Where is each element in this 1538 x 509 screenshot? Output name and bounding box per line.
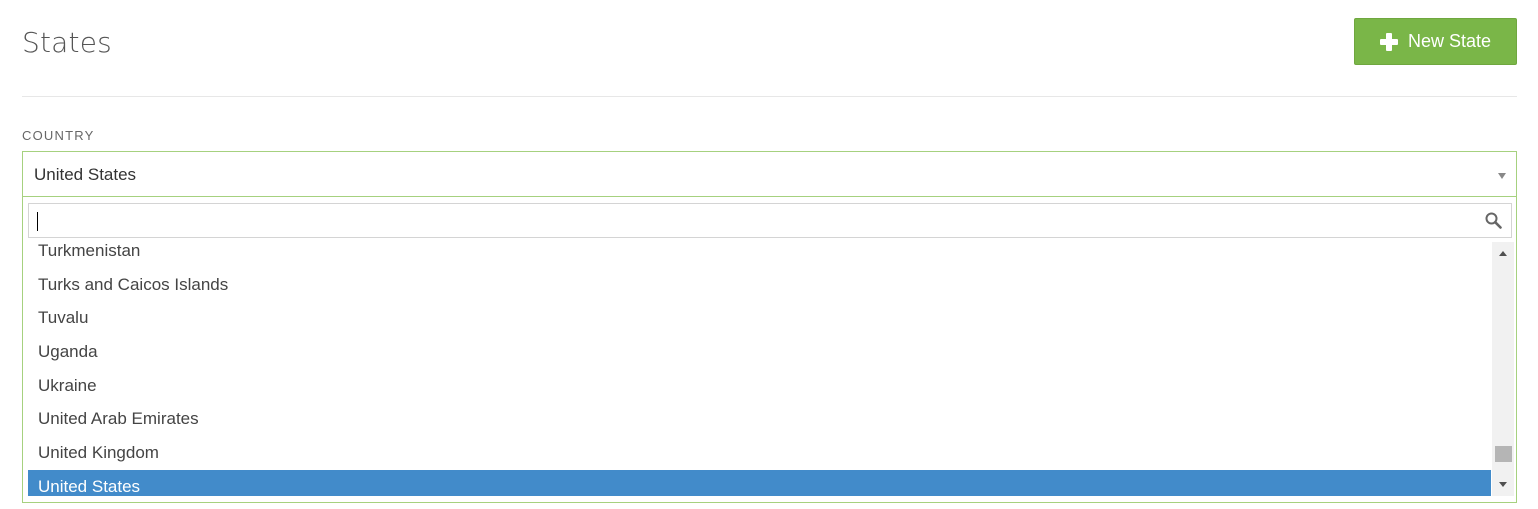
country-option[interactable]: Tuvalu [28, 301, 1491, 335]
dropdown-scrollbar[interactable] [1492, 242, 1514, 496]
plus-icon [1379, 32, 1398, 51]
header-divider [22, 96, 1517, 97]
country-option[interactable]: United Kingdom [28, 436, 1491, 470]
country-option[interactable]: Turkmenistan [28, 242, 1491, 268]
country-option[interactable]: Uganda [28, 335, 1491, 369]
text-cursor [37, 212, 38, 231]
new-state-button[interactable]: New State [1354, 18, 1517, 65]
scroll-up-icon[interactable] [1499, 251, 1507, 256]
country-option[interactable]: Ukraine [28, 369, 1491, 403]
country-select[interactable]: United States [22, 151, 1517, 197]
country-search-box[interactable] [28, 203, 1512, 238]
country-option[interactable]: United States [28, 469, 1491, 496]
country-options-list: Turkmenistan Turks and Caicos Islands Tuva… [28, 242, 1514, 496]
country-selected-value: United States [34, 165, 137, 184]
chevron-down-icon [1498, 173, 1506, 179]
scroll-thumb[interactable] [1495, 446, 1512, 462]
country-dropdown: Turkmenistan Turks and Caicos Islands Tuva… [22, 197, 1517, 503]
search-icon [1485, 212, 1502, 229]
page-title: States [22, 26, 112, 59]
new-state-button-label: New State [1407, 31, 1492, 51]
country-search-input[interactable] [29, 204, 1511, 237]
country-option[interactable]: Turks and Caicos Islands [28, 268, 1491, 302]
scroll-down-icon[interactable] [1499, 482, 1507, 487]
country-option[interactable]: United Arab Emirates [28, 402, 1491, 436]
country-label: COUNTRY [22, 128, 95, 143]
